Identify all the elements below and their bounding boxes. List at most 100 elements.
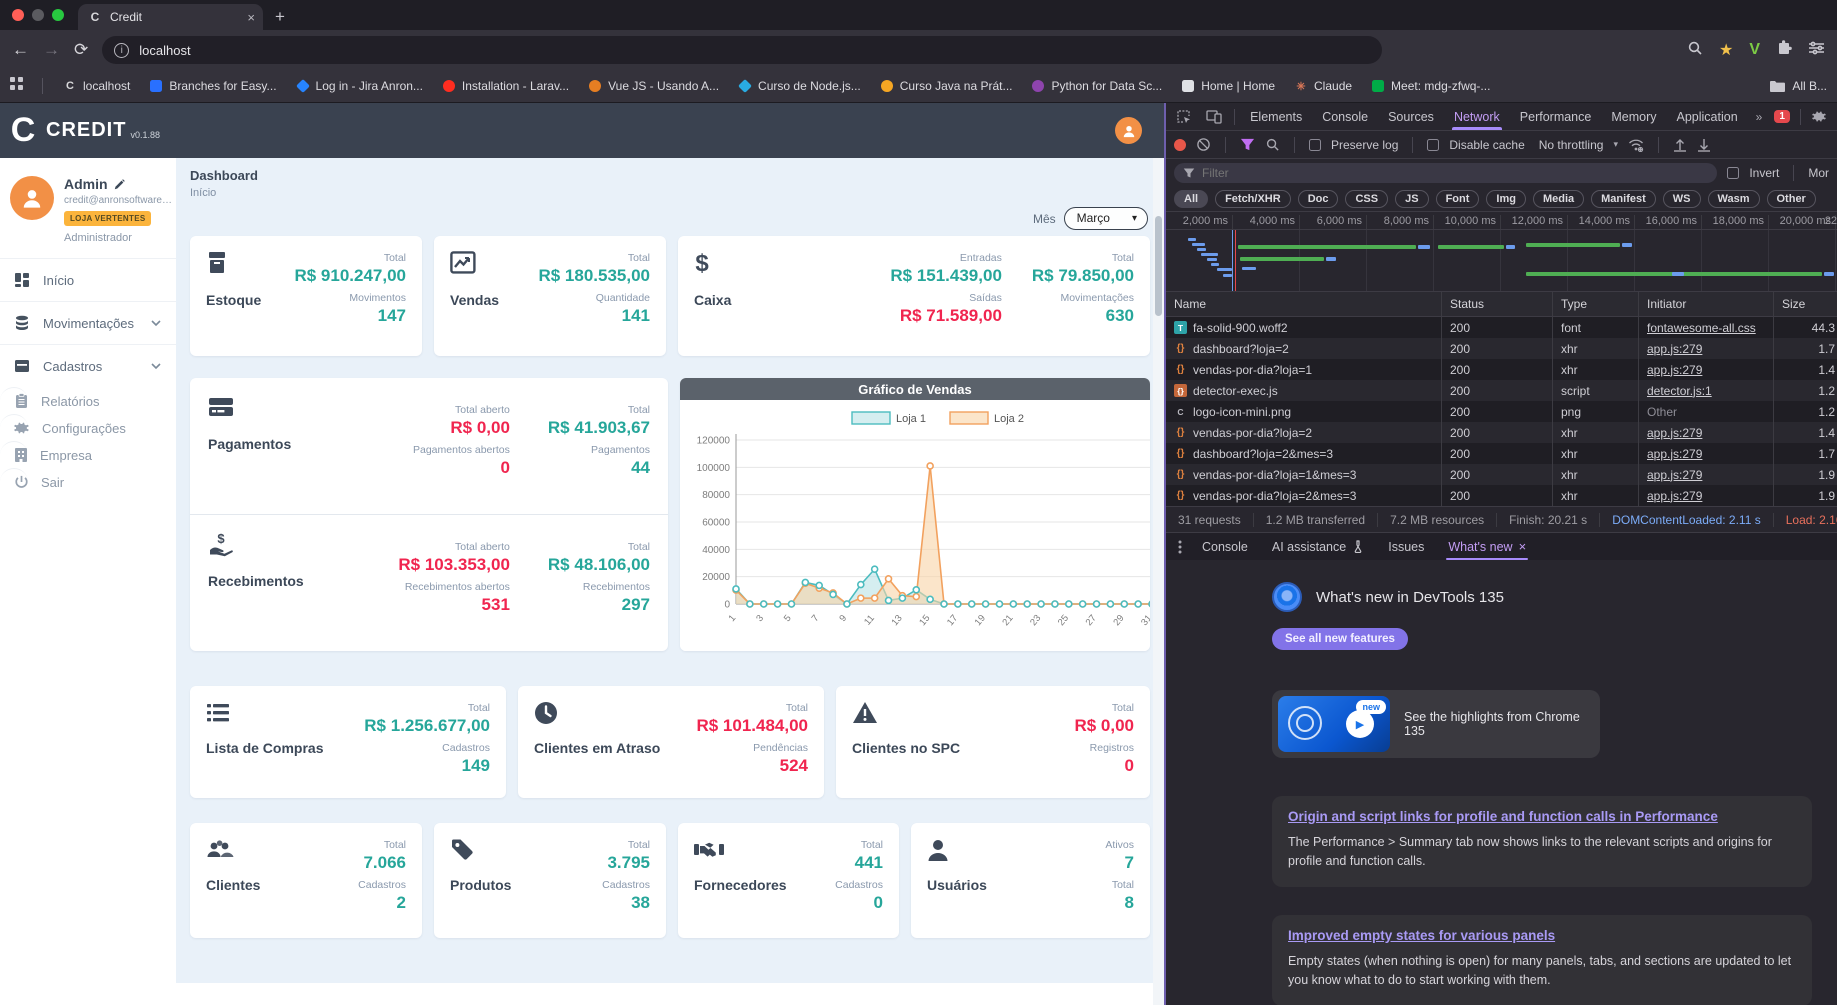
- network-filter-input[interactable]: [1174, 163, 1718, 183]
- sidebar-item-movimentacoes[interactable]: Movimentações: [0, 301, 176, 344]
- bookmark-curso-de-node-js[interactable]: Curso de Node.js...: [730, 75, 870, 97]
- extensions-puzzle-icon[interactable]: [1776, 39, 1792, 61]
- devtools-tab-sources[interactable]: Sources: [1378, 103, 1444, 130]
- initiator-link[interactable]: app.js:279: [1647, 426, 1702, 440]
- disable-cache-checkbox[interactable]: [1427, 138, 1440, 151]
- bookmark-curso-java-na-prat[interactable]: Curso Java na Prát...: [872, 75, 1022, 97]
- network-search-icon[interactable]: [1265, 137, 1280, 152]
- drawer-tab-ai-assistance[interactable]: AI assistance: [1260, 533, 1376, 560]
- zoom-window-button[interactable]: [52, 9, 64, 21]
- request-row[interactable]: {} detector-exec.js 200 script detector.js:1…: [1166, 380, 1837, 401]
- filter-chip-font[interactable]: Font: [1435, 190, 1480, 208]
- close-icon[interactable]: ×: [1519, 539, 1527, 554]
- site-info-icon[interactable]: i: [114, 42, 130, 58]
- import-har-icon[interactable]: [1673, 137, 1687, 152]
- initiator-link[interactable]: app.js:279: [1647, 342, 1702, 356]
- devtools-tab-application[interactable]: Application: [1667, 103, 1748, 130]
- devtools-tab-elements[interactable]: Elements: [1240, 103, 1312, 130]
- column-header-size[interactable]: Size: [1774, 292, 1837, 316]
- feature-title-link[interactable]: Origin and script links for profile and …: [1288, 809, 1796, 824]
- filter-chip-css[interactable]: CSS: [1345, 190, 1389, 208]
- devtools-tab-console[interactable]: Console: [1312, 103, 1378, 130]
- bookmark-localhost[interactable]: Clocalhost: [55, 75, 139, 97]
- more-tabs-icon[interactable]: »: [1750, 110, 1769, 124]
- filter-chip-js[interactable]: JS: [1395, 190, 1429, 208]
- request-row[interactable]: {} vendas-por-dia?loja=2 200 xhr app.js:279 1…: [1166, 422, 1837, 443]
- filter-chip-media[interactable]: Media: [1532, 190, 1585, 208]
- bookmark-star-icon[interactable]: ★: [1719, 40, 1733, 60]
- bookmark-python-for-data-sc[interactable]: Python for Data Sc...: [1023, 75, 1171, 97]
- column-header-type[interactable]: Type: [1553, 292, 1639, 316]
- all-bookmarks[interactable]: All B...: [1770, 79, 1827, 93]
- search-icon[interactable]: [1687, 40, 1703, 61]
- column-header-status[interactable]: Status: [1442, 292, 1553, 316]
- filter-chip-ws[interactable]: WS: [1662, 190, 1701, 208]
- bookmark-home-home[interactable]: Home | Home: [1173, 75, 1284, 97]
- sidebar-item-cadastros[interactable]: Cadastros: [0, 344, 176, 387]
- see-all-features-button[interactable]: See all new features: [1272, 628, 1408, 650]
- devtools-settings-gear-icon[interactable]: [1806, 109, 1833, 124]
- clear-network-log-icon[interactable]: [1196, 137, 1211, 152]
- initiator-link[interactable]: app.js:279: [1647, 447, 1702, 461]
- devtools-tab-memory[interactable]: Memory: [1601, 103, 1666, 130]
- inspect-element-icon[interactable]: [1170, 109, 1198, 125]
- filter-funnel-icon[interactable]: [1240, 137, 1255, 152]
- drawer-tab-console[interactable]: Console: [1190, 533, 1260, 560]
- request-row[interactable]: {} vendas-por-dia?loja=1 200 xhr app.js:279 1…: [1166, 359, 1837, 380]
- sidebar-item-relatorios[interactable]: Relatórios: [0, 387, 100, 414]
- forward-icon[interactable]: →: [43, 40, 60, 60]
- drawer-menu-dots-icon[interactable]: [1172, 539, 1188, 555]
- request-row[interactable]: {} vendas-por-dia?loja=1&mes=3 200 xhr app.j…: [1166, 464, 1837, 485]
- initiator-link[interactable]: app.js:279: [1647, 363, 1702, 377]
- extension-v-icon[interactable]: V: [1749, 41, 1760, 59]
- page-scrollbar[interactable]: [1153, 158, 1164, 1005]
- throttling-select[interactable]: No throttling: [1539, 138, 1604, 152]
- sidebar-item-configuracoes[interactable]: Configurações: [0, 414, 126, 441]
- drawer-tab-issues[interactable]: Issues: [1376, 533, 1436, 560]
- filter-chip-wasm[interactable]: Wasm: [1707, 190, 1760, 208]
- sidebar-item-sair[interactable]: Sair: [0, 468, 64, 495]
- tab-close-icon[interactable]: ×: [247, 10, 255, 25]
- error-count-badge[interactable]: 1: [1774, 110, 1790, 123]
- devtools-tab-network[interactable]: Network: [1444, 103, 1510, 130]
- initiator-link[interactable]: detector.js:1: [1647, 384, 1712, 398]
- bookmark-branches-for-easy[interactable]: Branches for Easy...: [141, 75, 285, 97]
- navbar-avatar[interactable]: [1115, 117, 1142, 144]
- sidebar-item-empresa[interactable]: Empresa: [0, 441, 92, 468]
- minimize-window-button[interactable]: [32, 9, 44, 21]
- feature-title-link[interactable]: Improved empty states for various panels: [1288, 928, 1796, 943]
- bookmark-log-in-jira-anron[interactable]: Log in - Jira Anron...: [288, 75, 432, 97]
- filter-chip-fetch-xhr[interactable]: Fetch/XHR: [1215, 190, 1291, 208]
- filter-chip-img[interactable]: Img: [1486, 190, 1526, 208]
- request-row[interactable]: {} dashboard?loja=2 200 xhr app.js:279 1.7: [1166, 338, 1837, 359]
- sidebar-item-inicio[interactable]: Início: [0, 258, 176, 301]
- filter-chip-other[interactable]: Other: [1766, 190, 1816, 208]
- preserve-log-checkbox[interactable]: [1309, 138, 1321, 151]
- filter-chip-doc[interactable]: Doc: [1297, 190, 1339, 208]
- request-row[interactable]: {} dashboard?loja=2&mes=3 200 xhr app.js:279…: [1166, 443, 1837, 464]
- record-network-log-icon[interactable]: [1174, 138, 1186, 151]
- edit-profile-icon[interactable]: [114, 178, 125, 190]
- initiator-link[interactable]: fontawesome-all.css: [1647, 321, 1756, 335]
- network-conditions-icon[interactable]: [1628, 138, 1644, 152]
- close-window-button[interactable]: [12, 9, 24, 21]
- bookmark-installation-larav[interactable]: Installation - Larav...: [434, 75, 578, 97]
- browser-tab[interactable]: C Credit ×: [78, 4, 263, 30]
- column-header-name[interactable]: Name: [1166, 292, 1442, 316]
- devtools-tab-performance[interactable]: Performance: [1510, 103, 1602, 130]
- request-row[interactable]: Clogo-icon-mini.png 200 png Other 1.2: [1166, 401, 1837, 422]
- url-bar[interactable]: i localhost: [102, 36, 1383, 64]
- more-filters-label[interactable]: Mor: [1808, 166, 1829, 180]
- page-scrollbar-thumb[interactable]: [1155, 216, 1162, 316]
- device-toolbar-icon[interactable]: [1200, 109, 1228, 125]
- invert-filter-checkbox[interactable]: [1727, 167, 1740, 179]
- reload-icon[interactable]: ⟳: [74, 40, 88, 60]
- month-select[interactable]: Março ▾: [1063, 207, 1148, 230]
- network-overview-waterfall[interactable]: [1166, 230, 1837, 292]
- bookmark-vue-js-usando-a[interactable]: Vue JS - Usando A...: [580, 75, 728, 97]
- initiator-link[interactable]: app.js:279: [1647, 489, 1702, 503]
- request-row[interactable]: Tfa-solid-900.woff2 200 font fontawesome-al…: [1166, 317, 1837, 338]
- apps-grid-icon[interactable]: [10, 76, 24, 96]
- back-icon[interactable]: ←: [12, 40, 29, 60]
- filter-chip-manifest[interactable]: Manifest: [1591, 190, 1656, 208]
